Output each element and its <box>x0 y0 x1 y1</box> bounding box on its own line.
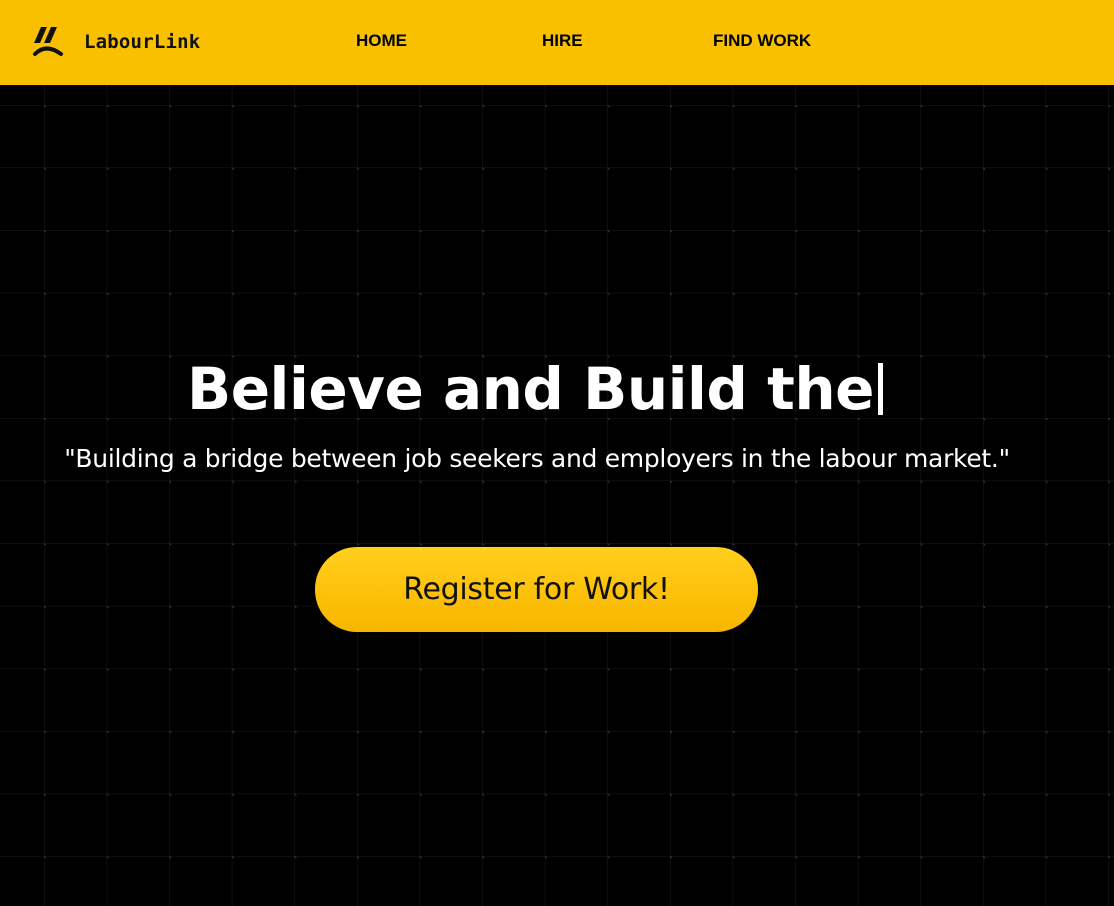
hero-tagline: "Building a bridge between job seekers a… <box>64 444 1010 473</box>
nav-find-work-link[interactable]: FIND WORK <box>713 31 811 51</box>
nav-hire-link[interactable]: HIRE <box>542 31 583 51</box>
nav-home-link[interactable]: HOME <box>356 31 407 51</box>
hero-headline: Believe and Build the <box>0 352 1070 426</box>
labourlink-logo-icon <box>30 24 66 60</box>
grid-background <box>0 85 1114 906</box>
brand-name: LabourLink <box>84 31 201 53</box>
brand-link[interactable]: LabourLink <box>30 22 200 62</box>
top-navbar: LabourLink HOME HIRE FIND WORK <box>0 0 1114 85</box>
hero-section: Believe and Build the "Building a bridge… <box>0 85 1114 906</box>
typing-cursor <box>877 362 883 415</box>
register-for-work-button[interactable]: Register for Work! <box>315 547 758 632</box>
hero-headline-text: Believe and Build the <box>187 354 874 423</box>
